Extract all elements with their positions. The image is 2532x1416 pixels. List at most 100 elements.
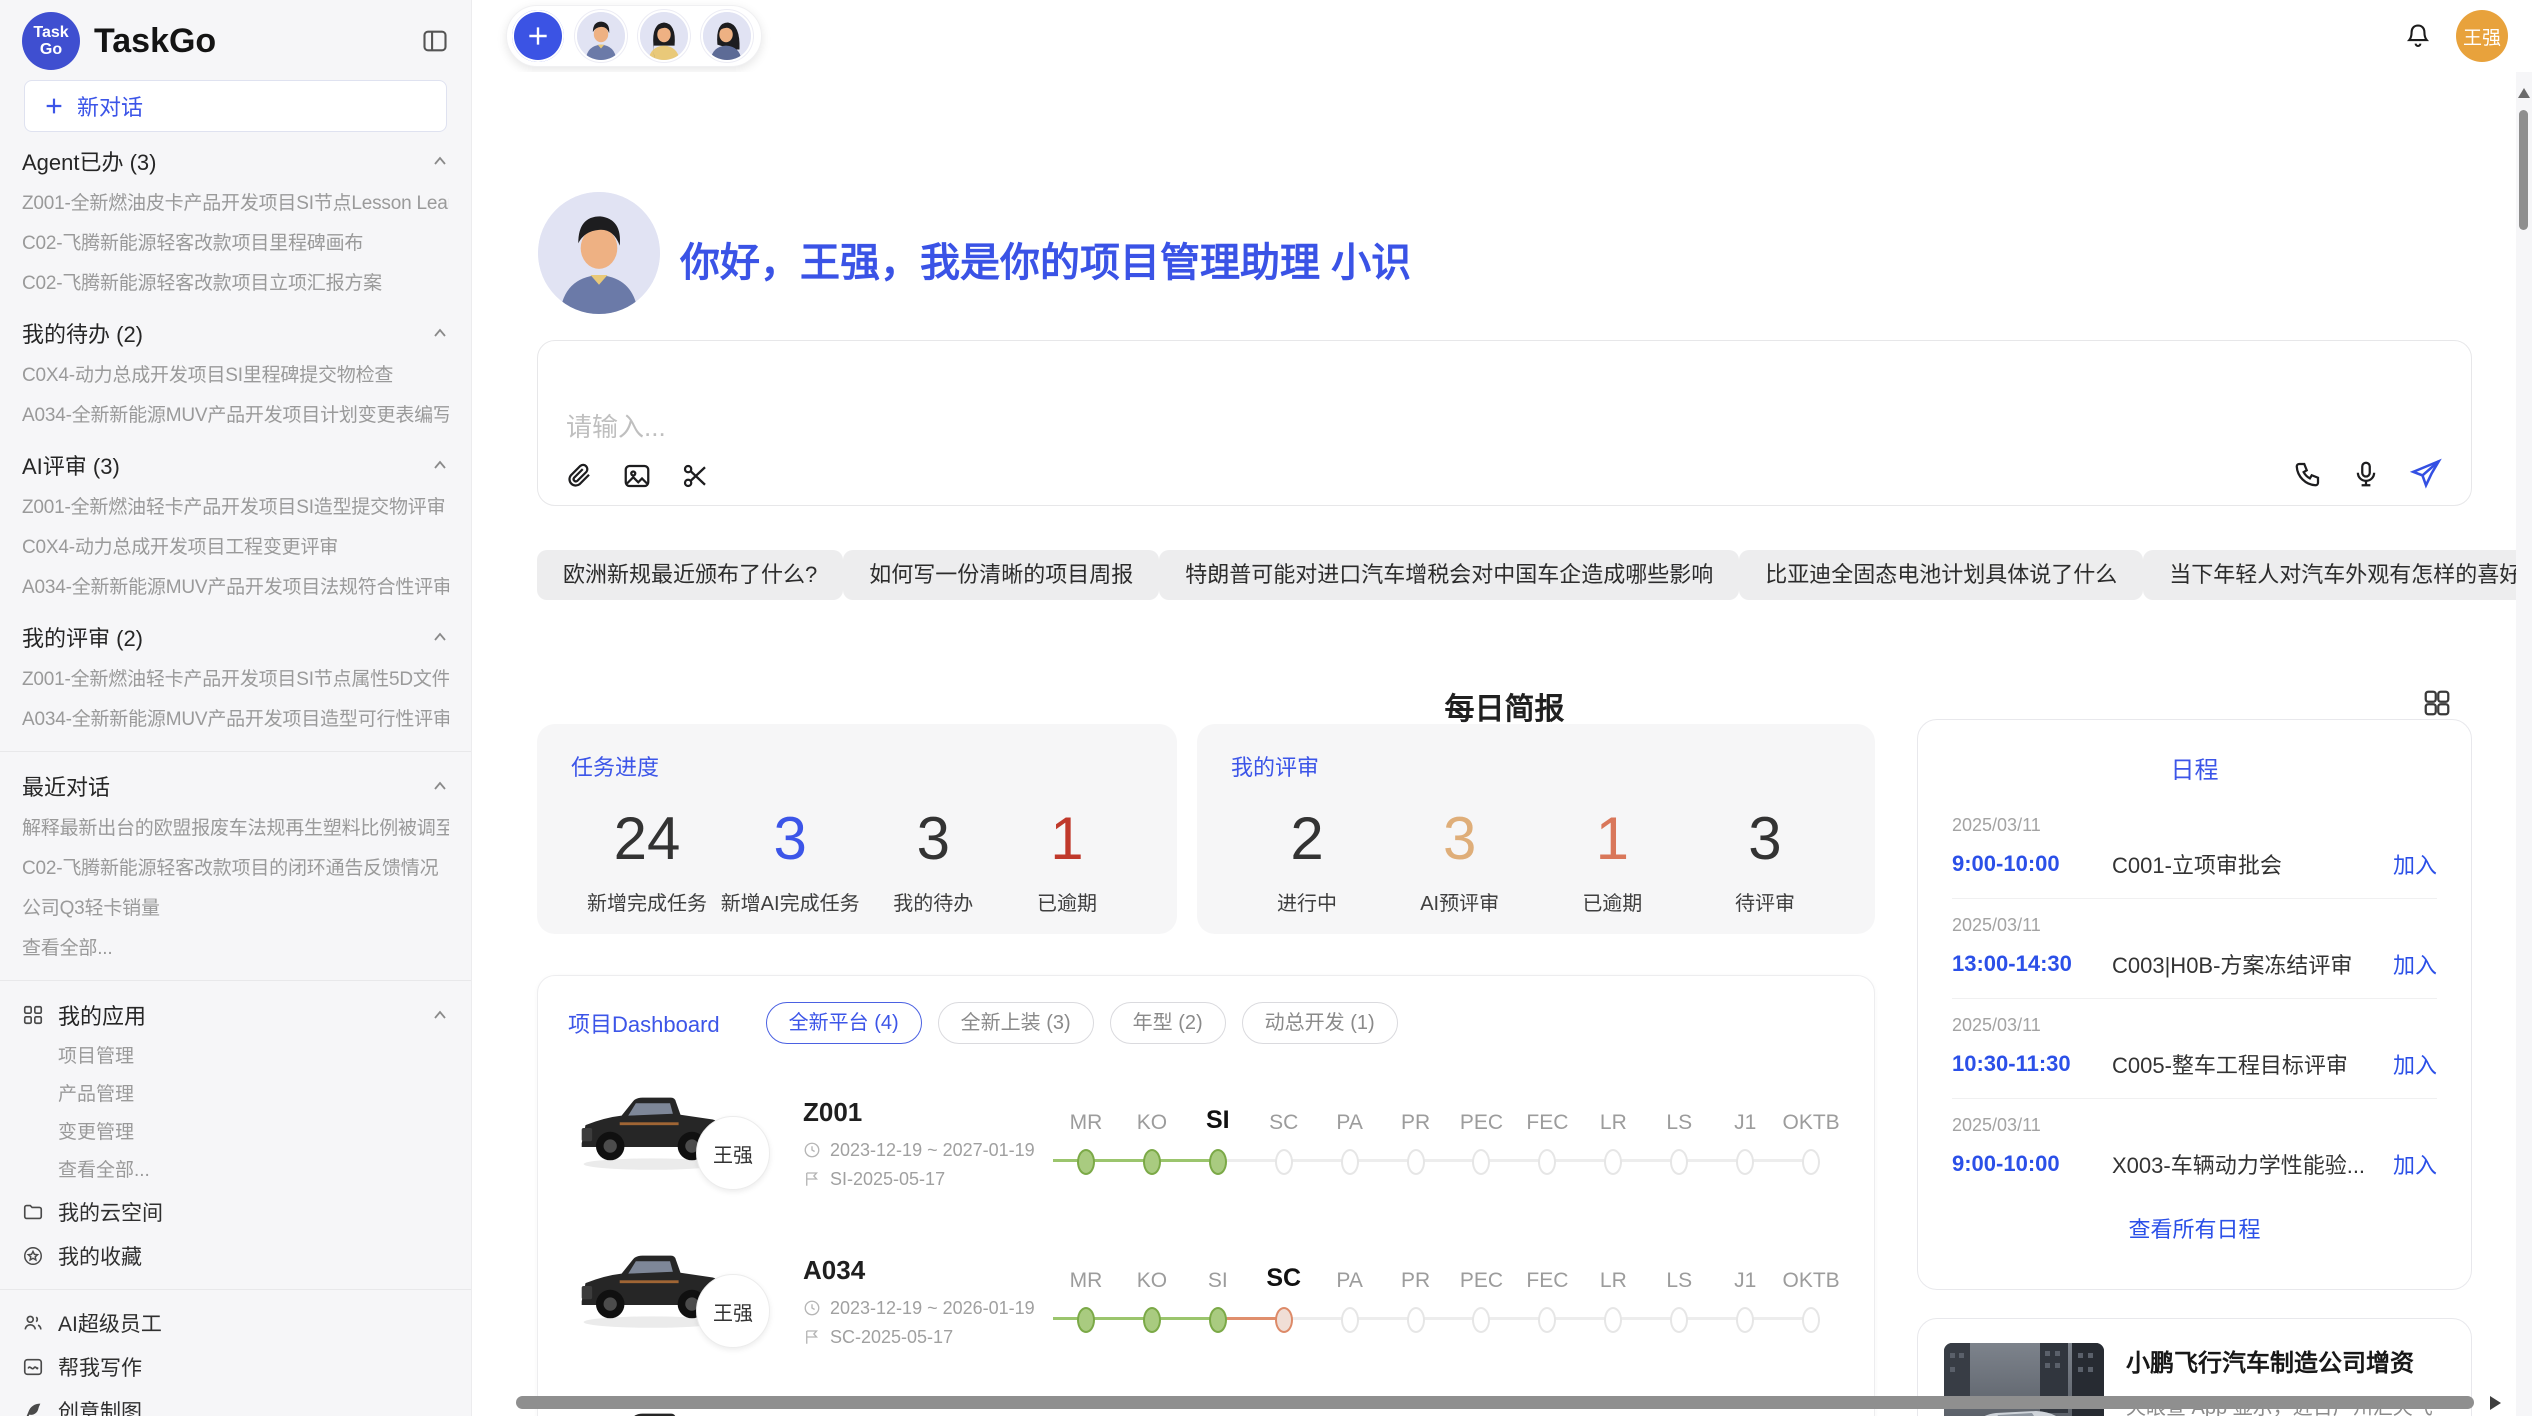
card-title: 任务进度 [571, 750, 1143, 782]
section-my-todo[interactable]: 我的待办 (2) [22, 310, 449, 356]
clock-icon [803, 1299, 821, 1317]
overdue-milestone-dot [1275, 1307, 1293, 1333]
schedule-event-title: X003-车辆动力学性能验... [2112, 1148, 2381, 1180]
app-item-change-mgmt[interactable]: 变更管理 [22, 1114, 449, 1152]
stat-pending-review: 3待评审 [1705, 804, 1825, 916]
logo-line1: Task [33, 24, 68, 41]
join-link[interactable]: 加入 [2393, 848, 2437, 880]
chevron-up-icon[interactable] [431, 326, 449, 340]
new-chat-label: 新对话 [77, 90, 143, 122]
sidebar-item[interactable]: Z001-全新燃油轻卡产品开发项目SI节点属性5D文件评审 [22, 660, 449, 700]
section-recent-chats[interactable]: 最近对话 [22, 763, 449, 809]
chevron-up-icon[interactable] [431, 458, 449, 472]
sidebar-item-help-write[interactable]: 帮我写作 [22, 1345, 449, 1389]
agent-avatar[interactable] [701, 10, 753, 62]
sidebar-item[interactable]: A034-全新新能源MUV产品开发项目造型可行性评审 [22, 700, 449, 740]
vertical-scrollbar[interactable] [2516, 72, 2532, 1416]
sidebar-item[interactable]: C0X4-动力总成开发项目工程变更评审 [22, 528, 449, 568]
stat-in-progress: 2进行中 [1247, 804, 1367, 916]
scissors-icon[interactable] [680, 461, 710, 491]
sidebar-item[interactable]: A034-全新新能源MUV产品开发项目法规符合性评审 [22, 568, 449, 608]
section-my-apps[interactable]: 我的应用 [22, 992, 449, 1038]
schedule-time: 10:30-11:30 [1952, 1051, 2112, 1077]
section-my-review[interactable]: 我的评审 (2) [22, 614, 449, 660]
task-progress-card: 任务进度 24新增完成任务 3新增AI完成任务 3我的待办 1已逾期 [537, 724, 1177, 934]
tab-new-body[interactable]: 全新上装 (3) [938, 1002, 1094, 1044]
microphone-icon[interactable] [2351, 459, 2381, 489]
chevron-up-icon[interactable] [431, 1008, 449, 1022]
section-agent-done[interactable]: Agent已办 (3) [22, 138, 449, 184]
tab-year-model[interactable]: 年型 (2) [1110, 1002, 1226, 1044]
recent-chat-item[interactable]: C02-飞腾新能源轻客改款项目的闭环通告反馈情况 [22, 849, 449, 889]
sidebar-item[interactable]: Z001-全新燃油皮卡产品开发项目SI节点Lesson Learn报告 [22, 184, 449, 224]
suggestion-chip[interactable]: 当下年轻人对汽车外观有怎样的喜好趋势 [2143, 550, 2516, 600]
divider [0, 751, 471, 752]
sidebar-item[interactable]: Z001-全新燃油轻卡产品开发项目SI造型提交物评审 [22, 488, 449, 528]
schedule-card: 日程 2025/03/11 9:00-10:00 C001-立项审批会 加入 2… [1917, 719, 2472, 1290]
project-row[interactable]: 王强 A034 2023-12-19 ~ 2026-01-19 SC-2025-… [538, 1222, 1874, 1380]
app-item-project-mgmt[interactable]: 项目管理 [22, 1038, 449, 1076]
layout-grid-icon[interactable] [2422, 688, 2452, 718]
join-link[interactable]: 加入 [2393, 948, 2437, 980]
suggestion-chip[interactable]: 如何写一份清晰的项目周报 [843, 550, 1159, 600]
horizontal-scroll-thumb[interactable] [516, 1396, 2474, 1409]
scroll-up-arrow[interactable] [2518, 88, 2530, 98]
vertical-scroll-thumb[interactable] [2519, 110, 2528, 230]
sidebar-collapse-icon[interactable] [421, 27, 449, 55]
notification-bell-icon[interactable] [2404, 22, 2432, 50]
suggestion-chip[interactable]: 比亚迪全固态电池计划具体说了什么 [1739, 550, 2143, 600]
sidebar-item[interactable]: C02-飞腾新能源轻客改款项目立项汇报方案 [22, 264, 449, 304]
image-icon[interactable] [622, 461, 652, 491]
recent-chat-item[interactable]: 解释最新出台的欧盟报废车法规再生塑料比例被调至15%... [22, 809, 449, 849]
chevron-up-icon[interactable] [431, 630, 449, 644]
recent-view-all[interactable]: 查看全部... [22, 929, 449, 969]
clock-icon [803, 1141, 821, 1159]
schedule-time: 13:00-14:30 [1952, 951, 2112, 977]
schedule-date: 2025/03/11 [1952, 815, 2437, 836]
join-link[interactable]: 加入 [2393, 1048, 2437, 1080]
tab-powertrain[interactable]: 动总开发 (1) [1242, 1002, 1398, 1044]
scroll-right-arrow[interactable] [2490, 1396, 2501, 1410]
agent-avatar[interactable] [638, 10, 690, 62]
tab-new-platform[interactable]: 全新平台 (4) [766, 1002, 922, 1044]
sidebar-item-creative-draw[interactable]: 创意制图 [22, 1389, 449, 1416]
sidebar-item[interactable]: C02-飞腾新能源轻客改款项目里程碑画布 [22, 224, 449, 264]
sidebar-item[interactable]: A034-全新新能源MUV产品开发项目计划变更表编写 [22, 396, 449, 436]
news-title: 小鹏飞行汽车制造公司增资 [2126, 1343, 2445, 1378]
dashboard-title: 项目Dashboard [568, 1007, 720, 1039]
owner-badge: 王强 [696, 1274, 770, 1348]
chat-input[interactable] [566, 361, 2066, 461]
recent-chat-item[interactable]: 公司Q3轻卡销量 [22, 889, 449, 929]
current-milestone: SI [1185, 1106, 1251, 1139]
sidebar-item-favorites[interactable]: 我的收藏 [22, 1234, 449, 1278]
agent-avatar[interactable] [575, 10, 627, 62]
schedule-event-title: C003|H0B-方案冻结评审 [2112, 948, 2381, 980]
greeting-text: 你好，王强，我是你的项目管理助理 小识 [680, 230, 1411, 288]
section-ai-review[interactable]: AI评审 (3) [22, 442, 449, 488]
view-all-schedule-link[interactable]: 查看所有日程 [1918, 1212, 2471, 1244]
sidebar-item-ai-employee[interactable]: AI超级员工 [22, 1301, 449, 1345]
schedule-date: 2025/03/11 [1952, 915, 2437, 936]
new-chat-button[interactable]: 新对话 [24, 80, 447, 132]
send-icon[interactable] [2409, 457, 2443, 491]
chevron-up-icon[interactable] [431, 779, 449, 793]
join-link[interactable]: 加入 [2393, 1148, 2437, 1180]
project-row[interactable]: 王强 Z001 2023-12-19 ~ 2027-01-19 SI-2025-… [538, 1064, 1874, 1222]
suggestion-chip[interactable]: 欧洲新规最近颁布了什么? [537, 550, 843, 600]
add-agent-button[interactable] [512, 10, 564, 62]
quill-pen-icon [22, 1400, 44, 1416]
schedule-date: 2025/03/11 [1952, 1115, 2437, 1136]
user-avatar[interactable]: 王强 [2456, 10, 2508, 62]
project-dashboard-card: 项目Dashboard 全新平台 (4) 全新上装 (3) 年型 (2) 动总开… [537, 975, 1875, 1416]
sidebar-item[interactable]: C0X4-动力总成开发项目SI里程碑提交物检查 [22, 356, 449, 396]
app-item-product-mgmt[interactable]: 产品管理 [22, 1076, 449, 1114]
attachment-icon[interactable] [564, 461, 594, 491]
briefing-cards: 任务进度 24新增完成任务 3新增AI完成任务 3我的待办 1已逾期 我的评审 [537, 724, 1875, 934]
suggestion-chip[interactable]: 特朗普可能对进口汽车增税会对中国车企造成哪些影响 [1159, 550, 1739, 600]
phone-call-icon[interactable] [2293, 459, 2323, 489]
sidebar: Task Go TaskGo 新对话 Agent已办 (3) Z001-全新燃油… [0, 0, 472, 1416]
app-item-view-all[interactable]: 查看全部... [22, 1152, 449, 1190]
current-milestone: SC [1251, 1264, 1317, 1297]
chevron-up-icon[interactable] [431, 154, 449, 168]
sidebar-item-cloud-space[interactable]: 我的云空间 [22, 1190, 449, 1234]
